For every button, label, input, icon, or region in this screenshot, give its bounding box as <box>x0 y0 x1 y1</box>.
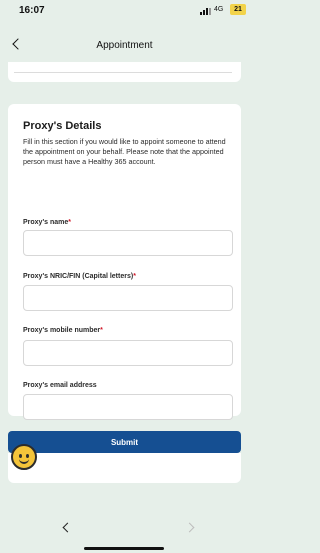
required-marker: * <box>68 219 71 226</box>
network-type: 4G <box>214 6 224 13</box>
submit-button[interactable]: Submit <box>8 431 241 453</box>
proxy-name-input[interactable] <box>23 230 233 256</box>
status-time: 16:07 <box>19 5 45 16</box>
required-marker: * <box>100 327 103 334</box>
smiley-mouth <box>19 457 29 464</box>
proxy-email-label: Proxy's email address <box>23 382 97 389</box>
proxy-mobile-label: Proxy's mobile number* <box>23 327 103 334</box>
proxy-email-input[interactable] <box>23 394 233 420</box>
section-title: Proxy's Details <box>23 120 102 132</box>
submit-area <box>8 453 241 483</box>
proxy-mobile-input[interactable] <box>23 340 233 366</box>
battery-icon: 21 <box>230 4 246 15</box>
proxy-nric-label: Proxy's NRIC/FIN (Capital letters)* <box>23 273 136 280</box>
chat-smiley-icon[interactable] <box>11 444 37 470</box>
signal-icon <box>200 8 212 15</box>
section-divider <box>14 72 232 73</box>
required-marker: * <box>133 273 136 280</box>
proxy-name-label: Proxy's name* <box>23 219 71 226</box>
home-indicator <box>84 547 164 550</box>
proxy-nric-input[interactable] <box>23 285 233 311</box>
section-description: Fill in this section if you would like t… <box>23 137 226 166</box>
page-title: Appointment <box>96 40 153 51</box>
